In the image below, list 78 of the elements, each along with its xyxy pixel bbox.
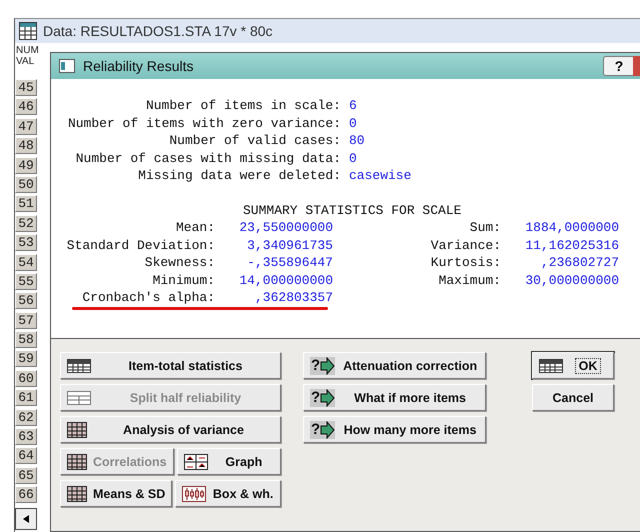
dialog-button[interactable]: ? What if more items (303, 384, 486, 411)
stat-value: ,236802727 (540, 254, 619, 272)
grid-icon (67, 422, 87, 438)
row-number: 59 (15, 350, 37, 368)
result-label: Number of valid cases: (168, 132, 341, 150)
stat-value: 30,000000000 (524, 272, 619, 289)
row-number: 60 (15, 370, 37, 387)
row-number: 55 (15, 272, 37, 290)
row-number: 47 (15, 118, 37, 135)
stat-value: 1884,0000000 (524, 219, 619, 236)
dialog-button[interactable]: Cancel (532, 384, 614, 411)
result-label: Missing data were deleted: (137, 167, 341, 184)
stat-value: -,355896447 (246, 254, 333, 272)
stat-value: 3,340961735 (246, 236, 333, 254)
row-number: 65 (15, 466, 37, 484)
box-plot-icon (182, 486, 206, 502)
row-number: 53 (15, 234, 37, 252)
dialog-button[interactable]: Analysis of variance (60, 416, 281, 443)
stat-label: Sum: (468, 219, 501, 236)
stat-label: Mean: (174, 219, 215, 236)
row-number: 52 (15, 214, 37, 232)
stat-value: ,362803357 (254, 289, 333, 306)
column-header: VAL (16, 56, 36, 67)
grid-icon (67, 486, 87, 502)
row-number: 49 (15, 156, 37, 174)
row-number: 66 (15, 486, 37, 504)
dialog-button[interactable]: ? Attenuation correction (303, 352, 486, 379)
summary-heading: SUMMARY STATISTICS FOR SCALE (243, 202, 462, 218)
row-number: 56 (15, 292, 37, 310)
dialog-title: Reliability Results (83, 58, 194, 74)
stat-label: Skewness: (144, 254, 215, 272)
row-number: 64 (15, 447, 37, 464)
result-value: 6 (348, 97, 357, 114)
result-label: Number of items with zero variance: (66, 114, 341, 132)
row-number: 54 (15, 254, 37, 271)
row-number: 51 (15, 195, 37, 212)
stat-label: Cronbach's alpha: (81, 289, 215, 306)
stat-value: 11,162025316 (524, 236, 619, 254)
scroll-left-button[interactable] (15, 508, 37, 530)
row-number: 62 (15, 408, 37, 426)
table-icon (67, 358, 91, 372)
spreadsheet-icon (19, 22, 37, 40)
help-button[interactable]: ? (603, 56, 635, 76)
row-number: 48 (15, 137, 37, 154)
row-number: 63 (15, 428, 37, 446)
dialog-button[interactable]: Item-total statistics (60, 352, 281, 379)
table-icon (67, 390, 91, 404)
dialog-button[interactable]: OK (532, 352, 614, 379)
result-value: casewise (348, 167, 412, 184)
row-number: 61 (15, 389, 37, 406)
result-label: Number of items in scale: (144, 97, 341, 114)
row-number: 50 (15, 176, 37, 193)
window-title: Data: RESULTADOS1.STA 17v * 80c (43, 23, 273, 39)
result-value: 80 (348, 132, 365, 150)
dialog-button[interactable]: Graph (176, 448, 281, 475)
column-header: NUM (16, 45, 40, 56)
row-number: 45 (15, 79, 37, 96)
stat-label: Maximum: (438, 272, 501, 289)
stat-label: Minimum: (152, 272, 215, 289)
stat-label: Kurtosis: (430, 254, 501, 272)
result-value: 0 (348, 114, 357, 132)
window-icon (59, 59, 75, 73)
dialog-button[interactable]: Means & SD (60, 480, 172, 507)
chart-grid-icon (184, 454, 208, 470)
grid-icon (67, 454, 87, 470)
dialog-button[interactable]: ? How many more items (303, 416, 486, 443)
row-number: 46 (15, 98, 37, 116)
result-value: 0 (348, 150, 357, 167)
left-arrow-icon (23, 514, 29, 523)
stat-value: 23,550000000 (238, 219, 333, 236)
row-number: 58 (15, 331, 37, 348)
result-label: Number of cases with missing data: (74, 150, 341, 167)
stat-label: Standard Deviation: (66, 236, 215, 254)
table-icon (539, 358, 563, 372)
stat-value: 14,000000000 (238, 272, 333, 289)
stat-label: Variance: (430, 236, 501, 254)
dialog-button[interactable]: Box & wh. (175, 480, 281, 507)
row-number: 57 (15, 312, 37, 329)
